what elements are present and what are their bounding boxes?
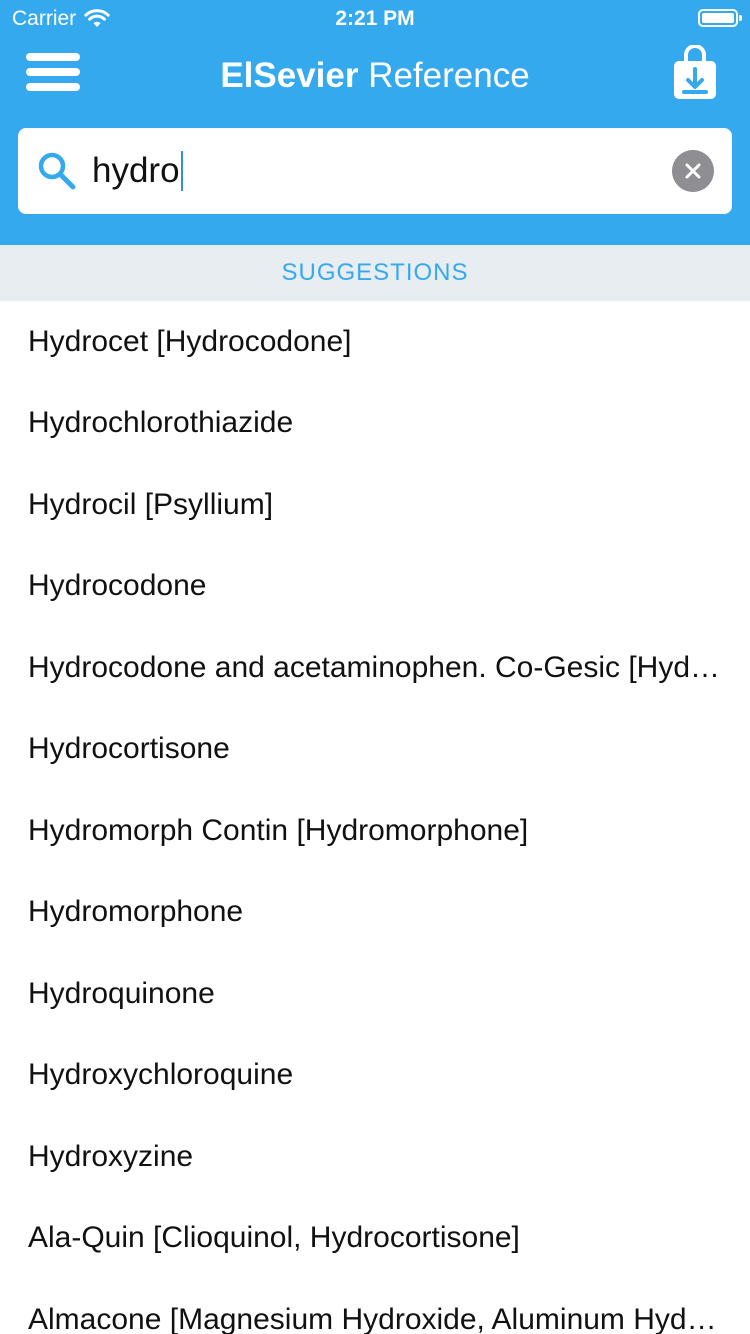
search-bar: hydro <box>18 128 732 214</box>
header-area: Carrier 2:21 PM ElSevier Reference hydro <box>0 0 750 245</box>
navigation-bar: ElSevier Reference <box>0 40 750 120</box>
clear-icon[interactable] <box>672 150 714 192</box>
suggestion-item[interactable]: Hydroquinone <box>0 953 750 1035</box>
suggestion-item[interactable]: Hydrocet [Hydrocodone] <box>0 301 750 383</box>
status-bar: Carrier 2:21 PM <box>0 0 750 40</box>
suggestions-section-header: SUGGESTIONS <box>0 245 750 301</box>
search-input[interactable]: hydro <box>92 146 183 196</box>
suggestion-label: Hydroxychloroquine <box>28 1058 294 1092</box>
suggestion-item[interactable]: Hydromorph Contin [Hydromorphone] <box>0 790 750 872</box>
status-time: 2:21 PM <box>335 7 415 30</box>
suggestion-label: Ala-Quin [Clioquinol, Hydrocortisone] <box>28 1221 520 1255</box>
suggestion-item[interactable]: Hydrocortisone <box>0 709 750 791</box>
suggestion-label: Hydroxyzine <box>28 1139 194 1173</box>
suggestion-label: Hydrocortisone <box>28 732 230 766</box>
app-title: ElSevier Reference <box>0 56 750 96</box>
suggestion-item[interactable]: Hydroxychloroquine <box>0 1035 750 1117</box>
suggestion-label: Hydrocil [Psyllium] <box>28 487 274 521</box>
download-bag-icon[interactable] <box>672 45 718 101</box>
suggestion-label: Hydroquinone <box>28 976 215 1010</box>
suggestion-label: Almacone [Magnesium Hydroxide, Aluminum … <box>28 1302 724 1334</box>
suggestion-item[interactable]: Almacone [Magnesium Hydroxide, Aluminum … <box>0 1279 750 1334</box>
suggestion-label: Hydrocet [Hydrocodone] <box>28 324 352 358</box>
suggestion-item[interactable]: Hydrocodone and acetaminophen. Co-Gesic … <box>0 627 750 709</box>
suggestion-item[interactable]: Hydrocodone <box>0 546 750 628</box>
app-screen: Carrier 2:21 PM ElSevier Reference hydro… <box>0 0 750 1334</box>
suggestion-item[interactable]: Hydromorphone <box>0 872 750 954</box>
search-input-value: hydro <box>92 151 180 190</box>
app-title-rest: Reference <box>358 56 530 95</box>
suggestion-label: Hydromorph Contin [Hydromorphone] <box>28 813 529 847</box>
app-title-brand: ElSevier <box>220 56 359 95</box>
suggestion-label: Hydrocodone and acetaminophen. Co-Gesic … <box>28 650 724 684</box>
suggestions-list: Hydrocet [Hydrocodone] Hydrochlorothiazi… <box>0 301 750 1334</box>
suggestion-item[interactable]: Hydrocil [Psyllium] <box>0 464 750 546</box>
suggestion-item[interactable]: Hydroxyzine <box>0 1116 750 1198</box>
text-caret <box>180 151 183 191</box>
suggestion-label: Hydrocodone <box>28 569 207 603</box>
suggestion-label: Hydrochlorothiazide <box>28 406 294 440</box>
suggestion-item[interactable]: Ala-Quin [Clioquinol, Hydrocortisone] <box>0 1198 750 1280</box>
battery-level-fill <box>702 13 734 23</box>
suggestion-label: Hydromorphone <box>28 895 244 929</box>
suggestion-item[interactable]: Hydrochlorothiazide <box>0 383 750 465</box>
search-icon <box>38 152 76 190</box>
battery-icon <box>698 9 742 27</box>
